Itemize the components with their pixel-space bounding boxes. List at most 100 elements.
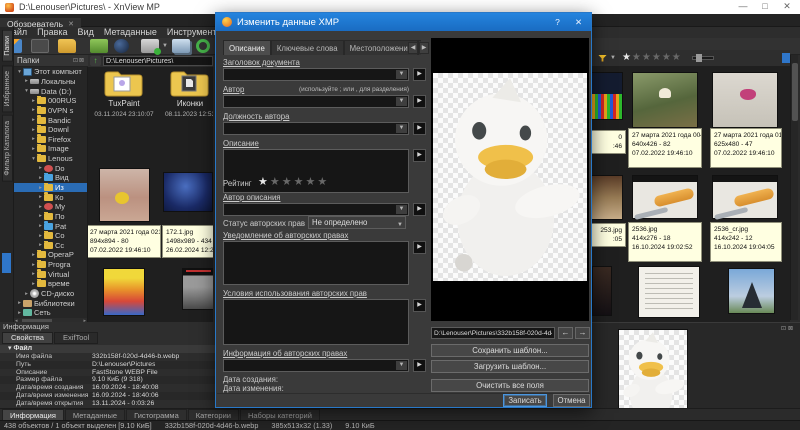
tree-item-Image[interactable]: ▸ Image [14, 144, 87, 154]
tree-item-0VPN s[interactable]: ▸ 0VPN s [14, 105, 87, 116]
rating-stars[interactable]: ★★★★★★ [258, 176, 329, 188]
bottom-tab-Метаданные[interactable]: Метаданные [64, 409, 126, 420]
thumbnail-axe-meme-crop[interactable] [712, 175, 778, 219]
tree-expander-icon[interactable]: ▸ [30, 98, 37, 104]
star-icon[interactable]: ★ [672, 52, 682, 63]
info-tab-ExifTool[interactable]: ExifTool [53, 332, 99, 344]
tree-item-Библиотеки[interactable]: ▸ Библиотеки [14, 298, 87, 308]
tree-expander-icon[interactable]: ▾ [30, 156, 37, 162]
tree-item-Do[interactable]: ▸ Do [14, 163, 87, 173]
copyright-notice-textarea[interactable] [223, 241, 409, 285]
star-icon[interactable]: ★ [317, 176, 329, 188]
menu-item-Метаданные[interactable]: Метаданные [99, 27, 162, 38]
tree-item-OperaP[interactable]: ▸ OperaP [14, 250, 87, 260]
tree-expander-icon[interactable]: ▸ [23, 78, 30, 84]
chevron-down-icon[interactable]: ▼ [396, 205, 407, 214]
author-job-input[interactable]: ▼ [223, 122, 409, 135]
thumbnail-axe-meme[interactable] [632, 175, 698, 219]
tree-expander-icon[interactable]: ▸ [30, 127, 37, 133]
star-icon[interactable]: ★ [642, 52, 652, 63]
tree-expander-icon[interactable]: ▾ [16, 69, 23, 75]
folder-icon[interactable] [58, 39, 76, 53]
tree-expander-icon[interactable]: ▸ [16, 310, 23, 316]
search-icon[interactable] [114, 39, 129, 53]
tree-item-По[interactable]: ▸ По [14, 211, 87, 222]
dialog-help-button[interactable]: ? [550, 16, 565, 28]
info-tab-Свойства[interactable]: Свойства [2, 332, 53, 344]
tree-item-Сеть[interactable]: ▸ Сеть [14, 308, 87, 318]
tree-item-време[interactable]: ▸ време [14, 279, 87, 289]
tree-item-Progra[interactable]: ▸ Progra [14, 259, 87, 270]
tree-item-Co[interactable]: ▸ Co [14, 230, 87, 241]
new-image-dropdown-icon[interactable]: ▼ [162, 43, 168, 49]
tree-item-My[interactable]: ▸ My [14, 202, 87, 212]
menu-item-Правка[interactable]: Правка [32, 27, 72, 38]
thumbnail-size-slider[interactable] [691, 54, 714, 62]
tree-item-Data (D:)[interactable]: ▾ Data (D:) [14, 86, 87, 96]
folder-item-tuxpaint[interactable]: TuxPaint 03.11.2024 23:10:07 [94, 69, 154, 118]
bottom-tab-Категории[interactable]: Категории [187, 409, 239, 420]
tree-item-Virtual[interactable]: ▸ Virtual [14, 269, 87, 279]
browser-vscrollbar[interactable] [790, 55, 798, 320]
tree-item-Pat[interactable]: ▸ Pat [14, 221, 87, 231]
tree-expander-icon[interactable]: ▸ [37, 175, 44, 181]
thumbnail-dark-photo[interactable] [592, 266, 612, 316]
rating-filter[interactable]: ★★★★★★ [622, 53, 682, 63]
bottom-tab-Гистограмма[interactable]: Гистограмма [126, 409, 187, 420]
close-button[interactable]: ✕ [778, 0, 796, 14]
copyright-info-expand-button[interactable]: ▶ [413, 359, 426, 372]
fullscreen-icon[interactable] [31, 39, 49, 53]
tree-expander-icon[interactable]: ▸ [30, 271, 37, 277]
minimize-button[interactable]: — [734, 0, 752, 14]
copyright-notice-label[interactable]: Уведомление об авторских правах [223, 231, 348, 240]
thumbnail-baby-photo[interactable] [99, 168, 150, 222]
tree-item-Downl[interactable]: ▸ Downl [14, 124, 87, 135]
sidebar-vtab-0[interactable]: Папки [2, 30, 13, 62]
splitter-indicator[interactable] [2, 253, 11, 273]
tree-item-Этот компьют[interactable]: ▾ Этот компьют [14, 67, 87, 77]
menu-item-Вид[interactable]: Вид [73, 27, 99, 38]
copyright-status-select[interactable]: Не определено ▼ [308, 216, 406, 229]
tree-item-Локальны[interactable]: ▸ Локальны [14, 77, 87, 87]
pane-detach-close-icons[interactable]: ⊡⊠ [781, 325, 795, 332]
thumbnail-spectrum[interactable] [592, 72, 623, 120]
rotate-icon[interactable] [196, 39, 210, 53]
tree-expander-icon[interactable]: ▸ [30, 146, 37, 152]
cancel-button[interactable]: Отмена [553, 394, 590, 407]
doc-title-label[interactable]: Заголовок документа [223, 58, 300, 67]
load-template-button[interactable]: Загрузить шаблон... [431, 360, 589, 373]
tabs-scroll-right-icon[interactable]: ▶ [419, 42, 429, 54]
star-icon[interactable]: ★ [306, 176, 318, 188]
author-job-expand-button[interactable]: ▶ [413, 122, 426, 135]
filter-dropdown-icon[interactable]: ▼ [610, 55, 616, 61]
thumbnail-beetles[interactable] [632, 72, 698, 128]
chevron-down-icon[interactable]: ▼ [396, 124, 407, 133]
tree-expander-icon[interactable]: ▸ [37, 242, 44, 248]
thumbnail-eye-meme[interactable] [182, 268, 213, 310]
tree-expander-icon[interactable]: ▸ [37, 165, 44, 171]
thumbnail-brown-photo[interactable] [592, 175, 623, 220]
usage-terms-expand-button[interactable]: ▶ [413, 299, 426, 312]
thumbnail-comic[interactable] [638, 266, 700, 318]
thumbnail-book-cover[interactable] [103, 268, 145, 316]
tree-expander-icon[interactable]: ▸ [16, 300, 23, 306]
star-icon[interactable]: ★ [632, 52, 642, 63]
caption-writer-expand-button[interactable]: ▶ [413, 203, 426, 216]
folder-item-icons[interactable]: Иконки 08.11.2023 12:53 [164, 69, 213, 118]
star-icon[interactable]: ★ [652, 52, 662, 63]
tree-expander-icon[interactable]: ▸ [30, 107, 37, 113]
tree-item-Lenous[interactable]: ▾ Lenous [14, 153, 87, 164]
chevron-down-icon[interactable]: ▼ [396, 97, 407, 106]
dialog-tab-Ключевые слова[interactable]: Ключевые слова [270, 40, 344, 55]
tree-item-Cc[interactable]: ▸ Cc [14, 240, 87, 251]
save-template-button[interactable]: Сохранить шаблон... [431, 344, 589, 357]
write-button[interactable]: Записать [503, 394, 547, 407]
description-expand-button[interactable]: ▶ [413, 149, 426, 162]
author-input[interactable]: ▼ [223, 95, 409, 108]
usage-terms-label[interactable]: Условия использования авторских прав [223, 289, 367, 298]
new-image-icon[interactable] [141, 39, 161, 55]
tree-expander-icon[interactable]: ▸ [30, 136, 37, 142]
doc-title-expand-button[interactable]: ▶ [413, 68, 426, 81]
tree-expander-icon[interactable]: ▸ [37, 204, 44, 210]
bottom-tab-Наборы категорий[interactable]: Наборы категорий [239, 409, 320, 420]
